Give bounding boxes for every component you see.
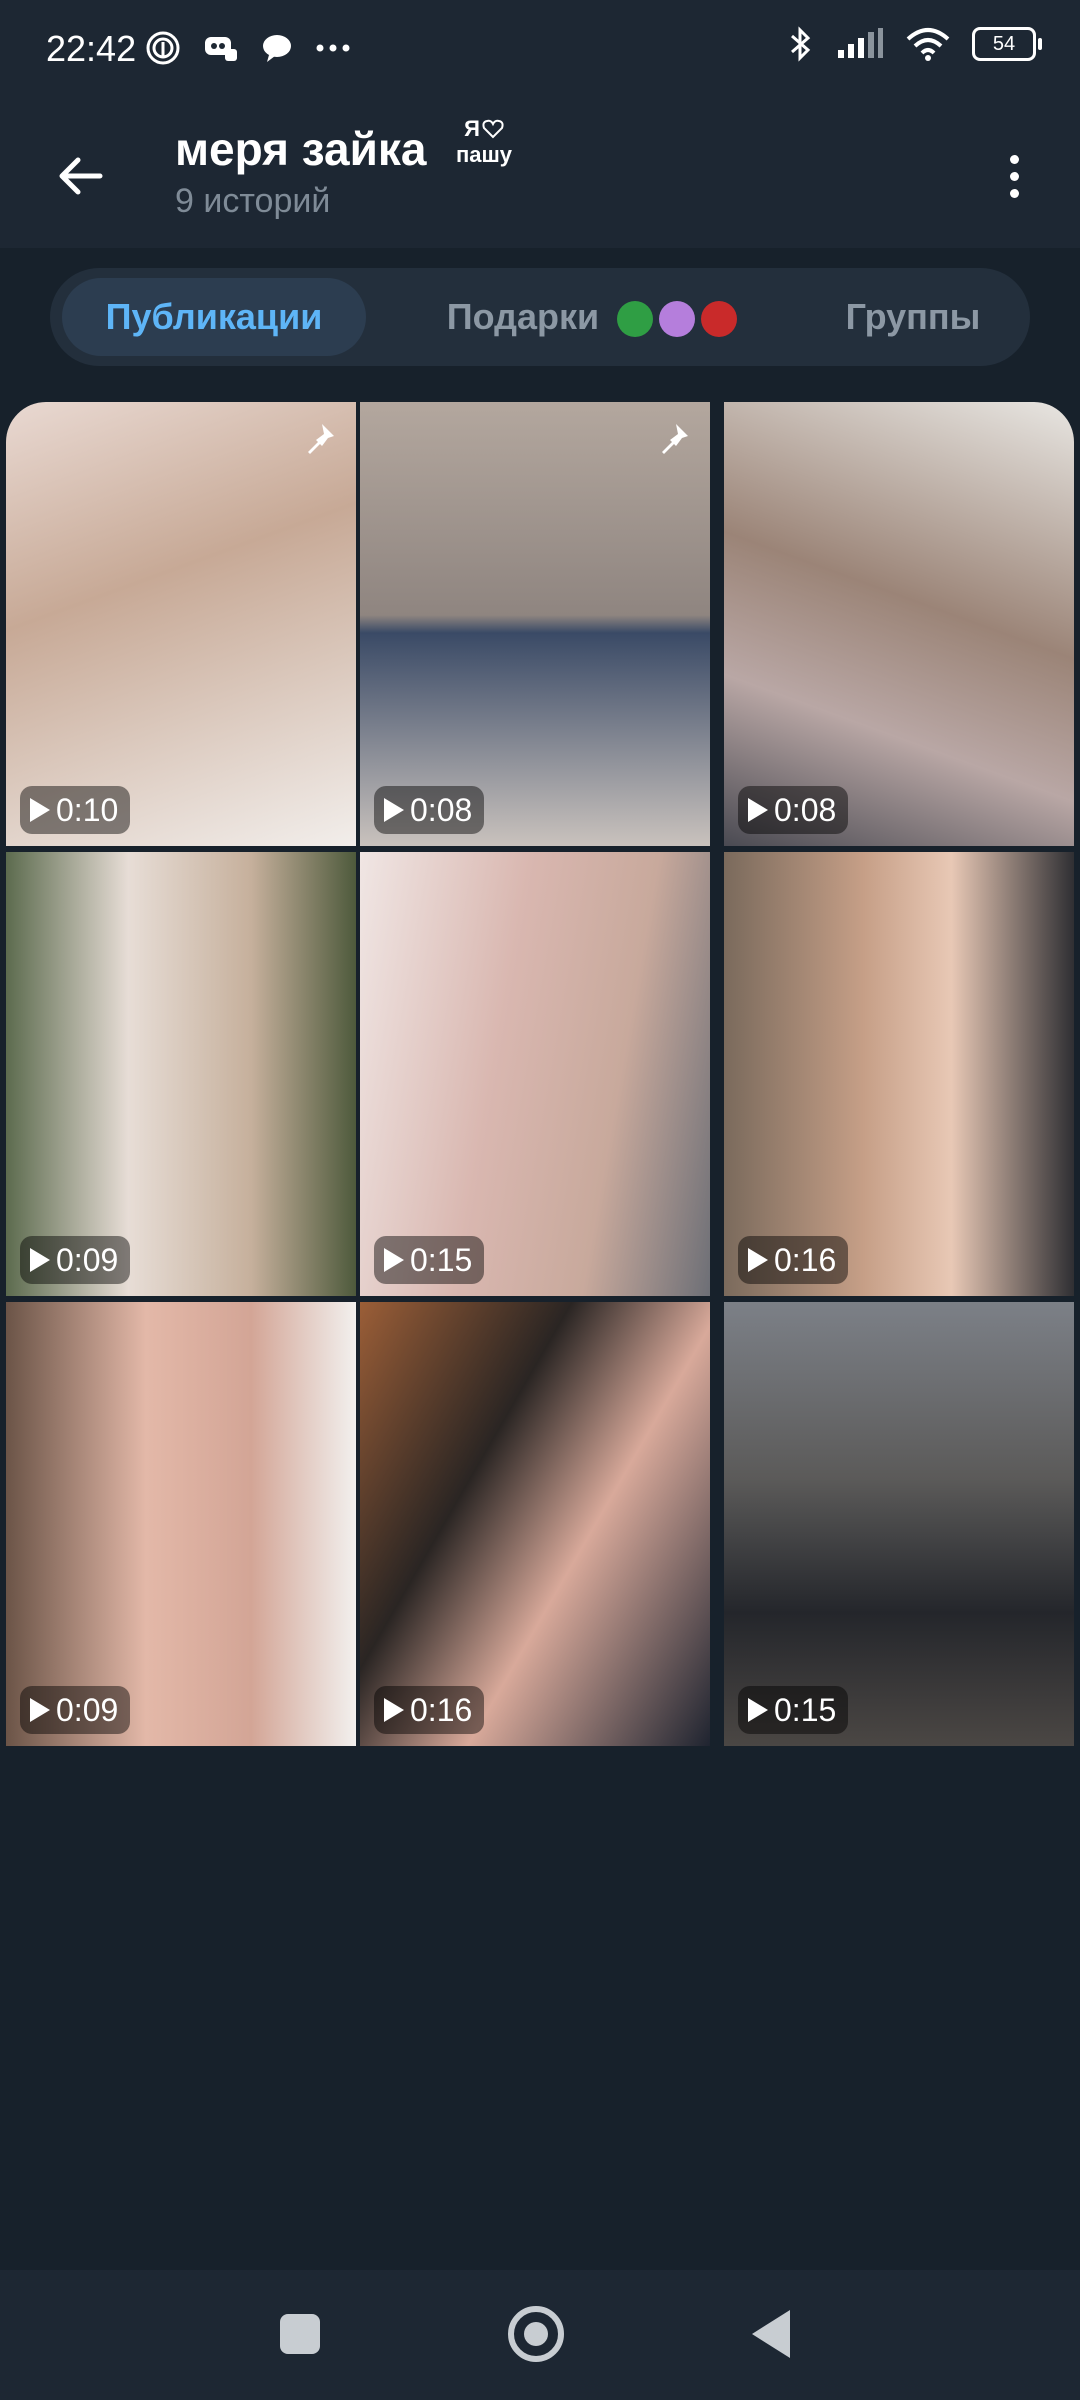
dot-icon (1009, 154, 1019, 164)
play-icon (748, 798, 768, 822)
duration-badge: 0:08 (374, 786, 485, 834)
duration-badge: 0:16 (374, 1686, 485, 1734)
status-system-icons: 54 (788, 26, 1042, 62)
title-suffix-top: Я (464, 116, 480, 141)
story-thumbnail (724, 852, 1074, 1296)
chat-bubble-icon (263, 35, 291, 62)
story-thumbnail (6, 402, 356, 846)
home-button[interactable] (508, 2306, 564, 2362)
story-tile[interactable]: 0:09 (6, 1302, 356, 1746)
story-thumbnail (724, 402, 1074, 846)
story-tile[interactable]: 0:16 (360, 1302, 710, 1746)
duration-badge: 0:10 (20, 786, 131, 834)
back-button[interactable] (44, 140, 116, 212)
duration-text: 0:16 (774, 1241, 837, 1278)
story-tile[interactable]: 0:15 (724, 1302, 1074, 1746)
pin-icon (662, 424, 688, 454)
tab-publications[interactable]: Публикации (62, 278, 366, 356)
tab-groups[interactable]: Группы (808, 278, 1018, 356)
duration-badge: 0:16 (738, 1236, 849, 1284)
duration-badge: 0:09 (20, 1686, 131, 1734)
stories-count: 9 историй (175, 182, 331, 220)
gift-emojis (617, 301, 738, 338)
play-icon (748, 1698, 768, 1722)
duration-badge: 0:09 (20, 1236, 131, 1284)
tab-gifts[interactable]: Подарки (402, 278, 782, 356)
tab-label: Группы (845, 296, 981, 337)
story-thumbnail (6, 1302, 356, 1746)
play-icon (30, 1698, 50, 1722)
tab-label: Публикации (105, 296, 323, 337)
play-icon (30, 798, 50, 822)
page-title: меря зайка (175, 123, 427, 175)
duration-badge: 0:15 (738, 1686, 849, 1734)
system-back-button[interactable] (752, 2310, 790, 2358)
system-nav-bar (0, 2270, 1080, 2400)
more-notifications-icon (316, 44, 350, 52)
duration-text: 0:08 (410, 791, 473, 828)
wifi-icon (906, 28, 950, 61)
duration-text: 0:08 (774, 791, 837, 828)
dot-icon (1009, 171, 1019, 181)
title-suffix-bottom: пашу (455, 142, 513, 167)
bluetooth-icon (791, 26, 811, 62)
story-tile[interactable]: 0:16 (724, 852, 1074, 1296)
duration-text: 0:16 (410, 1691, 473, 1728)
signal-icon (838, 28, 883, 58)
play-icon (384, 1248, 404, 1272)
discord-icon (205, 37, 237, 61)
story-tile[interactable]: 0:10 (6, 402, 356, 846)
duration-badge: 0:08 (738, 786, 849, 834)
play-icon (384, 798, 404, 822)
frog-gift-icon (617, 301, 654, 338)
title-suffix-badge: Я пашу (448, 116, 520, 186)
tab-label: Подарки (446, 296, 600, 337)
heart-icon (482, 119, 504, 139)
duration-text: 0:10 (56, 791, 119, 828)
story-thumbnail (360, 402, 710, 846)
profile-header: меря зайка Я пашу 9 историй (0, 100, 1080, 248)
status-bar: 22:42 54 (0, 0, 1080, 100)
story-thumbnail (360, 1302, 710, 1746)
status-notification-icons (145, 30, 351, 66)
duration-text: 0:09 (56, 1691, 119, 1728)
duration-text: 0:09 (56, 1241, 119, 1278)
rose-gift-icon (701, 301, 738, 338)
duration-text: 0:15 (410, 1241, 473, 1278)
duration-badge: 0:15 (374, 1236, 485, 1284)
stories-grid: 0:10 0:08 0:08 0:09 0:15 0:16 0:09 0:16 … (6, 402, 1074, 1746)
story-tile[interactable]: 0:09 (6, 852, 356, 1296)
story-thumbnail (6, 852, 356, 1296)
play-icon (30, 1248, 50, 1272)
story-tile[interactable]: 0:08 (724, 402, 1074, 846)
story-thumbnail (360, 852, 710, 1296)
tabs-bar: Публикации Подарки Группы (50, 268, 1030, 366)
status-time: 22:42 (46, 28, 137, 69)
more-options-button[interactable] (978, 140, 1050, 212)
pin-icon (308, 424, 334, 454)
jester-hat-gift-icon (659, 301, 696, 338)
arrow-left-icon (59, 157, 103, 195)
duration-text: 0:15 (774, 1691, 837, 1728)
recents-button[interactable] (280, 2314, 320, 2354)
play-icon (384, 1698, 404, 1722)
dot-icon (1009, 188, 1019, 198)
story-thumbnail (724, 1302, 1074, 1746)
battery-indicator: 54 (972, 27, 1042, 61)
play-icon (748, 1248, 768, 1272)
story-tile[interactable]: 0:08 (360, 402, 710, 846)
fingerprint-icon (146, 31, 180, 65)
story-tile[interactable]: 0:15 (360, 852, 710, 1296)
